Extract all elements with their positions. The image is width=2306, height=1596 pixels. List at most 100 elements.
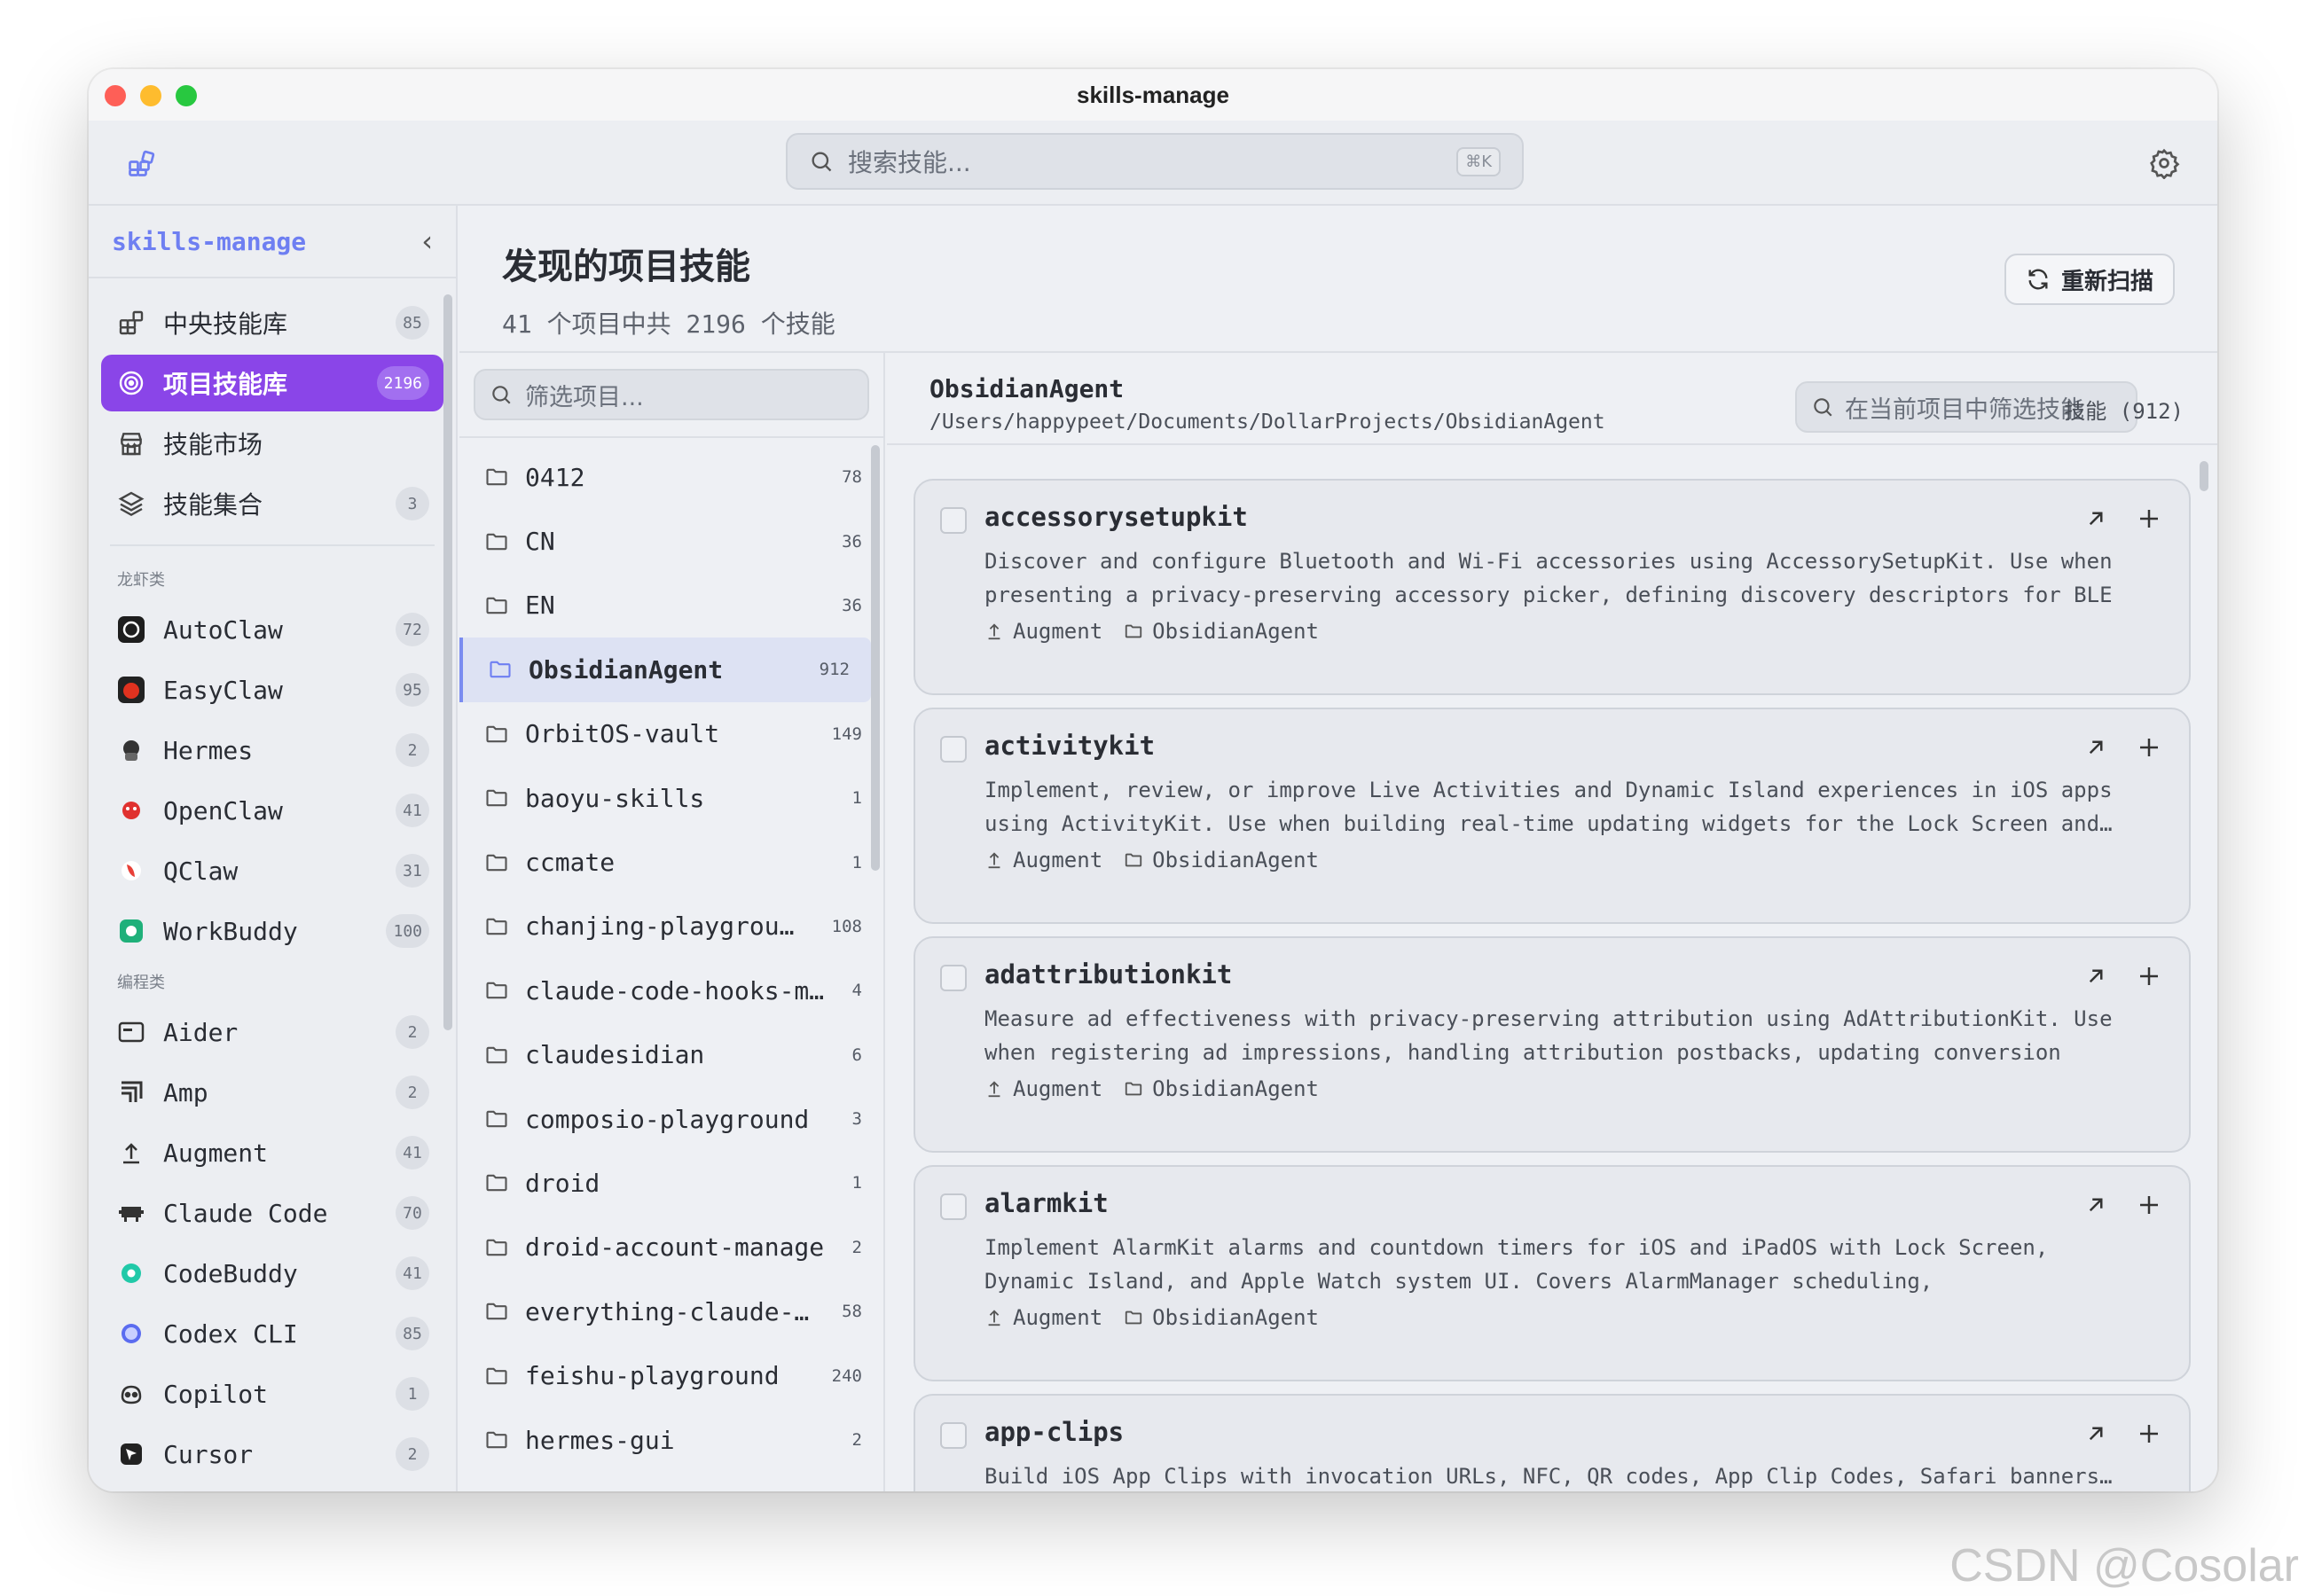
sidebar-item-codex-cli[interactable]: Codex CLI 85 (101, 1305, 443, 1362)
project-list-item[interactable]: claude-code-hooks-m… 4 (459, 958, 883, 1022)
sidebar-item-openclaw[interactable]: OpenClaw 41 (101, 782, 443, 839)
skill-select-checkbox[interactable] (940, 507, 967, 534)
sidebar-item-project-library[interactable]: 项目技能库 2196 (101, 355, 443, 411)
skill-name: activitykit (984, 731, 1156, 761)
open-external-arrow-icon[interactable] (2082, 734, 2109, 761)
project-filter-input[interactable]: 筛选项目... (474, 369, 869, 420)
sidebar-item-label: Augment (163, 1138, 269, 1168)
skill-select-checkbox[interactable] (940, 736, 967, 763)
project-list-item[interactable]: OrbitOS-vault 149 (459, 702, 883, 766)
skill-description: Build iOS App Clips with invocation URLs… (984, 1464, 2113, 1489)
project-list-item[interactable]: chanjing-playgrou… 108 (459, 895, 883, 958)
sidebar-scrollbar[interactable] (443, 294, 452, 1030)
add-plus-icon[interactable] (2136, 1192, 2162, 1218)
sidebar-item-workbuddy[interactable]: WorkBuddy 100 (101, 903, 443, 959)
skill-description: Implement, review, or improve Live Activ… (984, 778, 2113, 836)
skill-select-checkbox[interactable] (940, 1193, 967, 1220)
maximize-window-button[interactable] (176, 85, 197, 106)
project-list-item[interactable]: feishu-playground 240 (459, 1343, 883, 1407)
skill-list-scrollbar[interactable] (2200, 461, 2208, 491)
project-list-item[interactable]: composio-playground 3 (459, 1087, 883, 1151)
easyclaw-app-icon (115, 674, 147, 706)
project-list-item[interactable]: ObsidianAgent 912 (459, 638, 871, 702)
project-list-item[interactable]: droid-account-manage 2 (459, 1216, 883, 1279)
add-plus-icon[interactable] (2136, 1420, 2162, 1447)
open-external-arrow-icon[interactable] (2082, 505, 2109, 532)
settings-gear-icon[interactable] (2148, 147, 2180, 180)
folder-icon (486, 1110, 507, 1128)
skill-source: Augment (1013, 619, 1103, 644)
project-list-item[interactable]: 0412 78 (459, 445, 883, 509)
minimize-window-button[interactable] (140, 85, 161, 106)
global-search-input[interactable]: 搜索技能... ⌘K (786, 133, 1524, 190)
sidebar-item-label: 项目技能库 (163, 370, 288, 399)
copilot-app-icon (115, 1378, 147, 1410)
project-list-item[interactable]: everything-claude-… 58 (459, 1279, 883, 1343)
project-list-item[interactable]: droid 1 (459, 1151, 883, 1215)
sidebar-item-augment[interactable]: Augment 41 (101, 1124, 443, 1181)
project-list-item[interactable]: EN 36 (459, 574, 883, 638)
skill-card[interactable]: accessorysetupkit Discover and configure … (914, 479, 2191, 695)
skill-project: ObsidianAgent (1152, 619, 1319, 644)
sidebar-item-copilot[interactable]: Copilot 1 (101, 1365, 443, 1422)
sidebar-item-label: Aider (163, 1017, 239, 1047)
sidebar-item-skill-collections[interactable]: 技能集合 3 (101, 475, 443, 532)
add-plus-icon[interactable] (2136, 505, 2162, 532)
skill-card[interactable]: activitykit Implement, review, or improve… (914, 708, 2191, 924)
open-external-arrow-icon[interactable] (2082, 1192, 2109, 1218)
skill-select-checkbox[interactable] (940, 965, 967, 991)
sidebar-item-hermes[interactable]: Hermes 2 (101, 722, 443, 778)
skill-meta: Augment ObsidianAgent (984, 1305, 2120, 1330)
skill-meta: Augment ObsidianAgent (984, 1076, 2120, 1101)
sidebar-item-autoclaw[interactable]: AutoClaw 72 (101, 601, 443, 658)
open-external-arrow-icon[interactable] (2082, 1420, 2109, 1447)
skill-project: ObsidianAgent (1152, 1305, 1319, 1330)
count-badge: 100 (386, 914, 429, 948)
add-plus-icon[interactable] (2136, 734, 2162, 761)
project-list-item[interactable]: claudesidian 6 (459, 1023, 883, 1087)
project-list-item[interactable]: baoyu-skills 1 (459, 766, 883, 830)
skill-select-checkbox[interactable] (940, 1422, 967, 1449)
project-skill-count: 3 (851, 1109, 862, 1130)
sidebar-item-label: 技能集合 (163, 490, 263, 520)
sidebar-item-cursor[interactable]: Cursor 2 (101, 1426, 443, 1483)
project-list-item[interactable]: hermes-gui 2 (459, 1408, 883, 1472)
open-external-arrow-icon[interactable] (2082, 963, 2109, 990)
sidebar-item-claude-code[interactable]: Claude Code 70 (101, 1185, 443, 1241)
collapse-sidebar-chevron-icon[interactable]: ‹ (421, 224, 433, 258)
page-subtitle: 41 个项目中共 2196 个技能 (502, 309, 835, 339)
add-plus-icon[interactable] (2136, 963, 2162, 990)
project-list-scrollbar[interactable] (871, 445, 880, 871)
project-list-item[interactable]: hermes-gui-aaptive2 (459, 1472, 883, 1491)
skill-description: Implement AlarmKit alarms and countdown … (984, 1235, 2049, 1294)
sidebar-item-skill-market[interactable]: 技能市场 (101, 415, 443, 472)
skill-card[interactable]: adattributionkit Measure ad effectiveness… (914, 936, 2191, 1153)
sidebar-item-central-library[interactable]: 中央技能库 85 (101, 294, 443, 351)
sidebar-item-amp[interactable]: Amp 2 (101, 1064, 443, 1121)
close-window-button[interactable] (105, 85, 126, 106)
skill-card[interactable]: alarmkit Implement AlarmKit alarms and co… (914, 1165, 2191, 1381)
project-skill-count: 912 (819, 660, 850, 680)
skill-card[interactable]: app-clips Build iOS App Clips with invoca… (914, 1394, 2191, 1491)
sidebar-header: skills-manage ‹ (89, 206, 456, 278)
folder-icon (486, 854, 507, 871)
sidebar-item-label: AutoClaw (163, 614, 283, 645)
skill-description: Measure ad effectiveness with privacy-pr… (984, 1006, 2113, 1065)
project-skill-count: 2 (851, 1430, 862, 1451)
skill-detail-pane: ObsidianAgent /Users/happypeet/Documents… (887, 353, 2217, 1491)
sidebar-item-codebuddy[interactable]: CodeBuddy 41 (101, 1245, 443, 1302)
sidebar-item-easyclaw[interactable]: EasyClaw 95 (101, 661, 443, 718)
sidebar-item-aider[interactable]: Aider 2 (101, 1004, 443, 1060)
project-name: droid (525, 1168, 600, 1198)
folder-icon (486, 1431, 507, 1449)
grid-plus-icon[interactable] (126, 147, 158, 179)
skill-count: 技能 (912) (2064, 399, 2184, 424)
project-name: CN (525, 527, 555, 557)
sidebar-item-qclaw[interactable]: QClaw 31 (101, 842, 443, 899)
project-list-item[interactable]: CN 36 (459, 509, 883, 573)
rescan-label: 重新扫描 (2060, 268, 2153, 295)
project-list-item[interactable]: ccmate 1 (459, 830, 883, 894)
rescan-button[interactable]: 重新扫描 (2004, 254, 2175, 305)
sidebar-item-label: Codex CLI (163, 1318, 298, 1349)
sidebar-item-label: Hermes (163, 735, 254, 765)
